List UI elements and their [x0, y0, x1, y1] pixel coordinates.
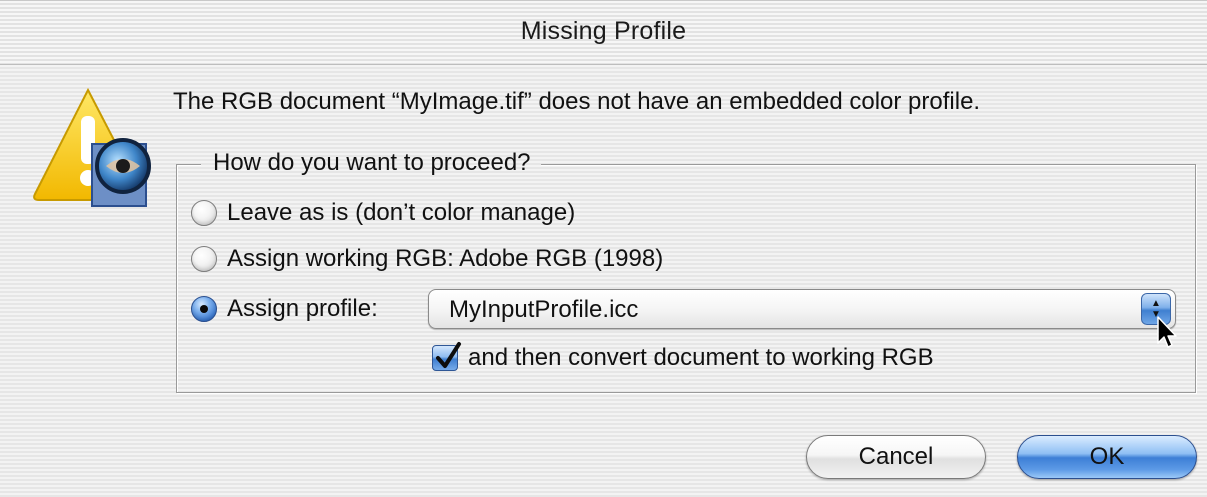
- convert-checkbox-row[interactable]: and then convert document to working RGB: [432, 341, 934, 375]
- option-assign-profile[interactable]: Assign profile:: [191, 293, 378, 325]
- ok-button[interactable]: OK: [1017, 435, 1197, 479]
- cancel-button[interactable]: Cancel: [806, 435, 986, 479]
- warning-icon: [30, 86, 155, 211]
- groupbox-legend: How do you want to proceed?: [201, 149, 541, 177]
- radio-assign-profile[interactable]: [191, 296, 217, 322]
- option-assign-working-rgb[interactable]: Assign working RGB: Adobe RGB (1998): [191, 243, 663, 275]
- convert-checkbox[interactable]: [432, 342, 461, 371]
- profile-popup-value: MyInputProfile.icc: [449, 296, 639, 323]
- missing-profile-dialog: Missing Profile The RGB document “MyImag…: [0, 0, 1207, 497]
- profile-popup[interactable]: MyInputProfile.icc ▲ ▼: [428, 289, 1176, 329]
- mouse-pointer-icon: [1156, 315, 1178, 351]
- radio-assign-working-rgb[interactable]: [191, 246, 217, 272]
- checkmark-icon: [436, 342, 461, 368]
- message-text: The RGB document “MyImage.tif” does not …: [173, 88, 981, 115]
- radio-leave-as-is[interactable]: [191, 200, 217, 226]
- option-leave-as-is-label: Leave as is (don’t color manage): [227, 199, 576, 226]
- title-bar[interactable]: Missing Profile: [0, 1, 1207, 65]
- option-assign-working-rgb-label: Assign working RGB: Adobe RGB (1998): [227, 245, 664, 272]
- option-leave-as-is[interactable]: Leave as is (don’t color manage): [191, 197, 575, 229]
- window-title: Missing Profile: [520, 17, 687, 45]
- convert-checkbox-label: and then convert document to working RGB: [468, 344, 934, 371]
- option-assign-profile-label: Assign profile:: [227, 295, 378, 322]
